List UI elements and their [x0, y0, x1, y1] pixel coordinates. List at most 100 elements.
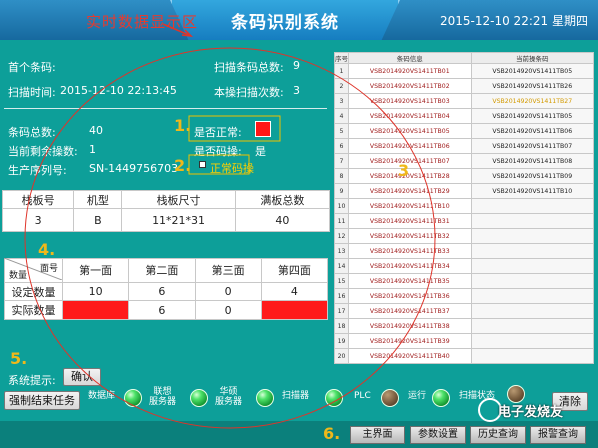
- barcode-header-current: 当前操条码: [470, 52, 594, 64]
- current-barcode: VSB2014920VS1411TB08: [470, 153, 594, 169]
- history-query-button[interactable]: 历史查询: [470, 426, 526, 444]
- face-header-1: 第一面: [61, 258, 130, 283]
- barcode-info: VSB2014920VS1411TB37: [348, 303, 472, 319]
- face-corner-top: 面号: [39, 264, 58, 274]
- current-barcode: VSB2014920VS1411TB07: [470, 138, 594, 154]
- barcode-row: 4 VSB2014920VS1411TB04 VSB2014920VS1411TB0…: [334, 108, 594, 124]
- barcode-index: 12: [334, 228, 349, 244]
- barcode-row: 2 VSB2014920VS1411TB02 VSB2014920VS1411TB2…: [334, 78, 594, 94]
- confirm-button[interactable]: 确认: [63, 368, 101, 386]
- pallet-header-4: 满板总数: [234, 190, 331, 209]
- barcode-row: 20 VSB2014920VS1411TB40: [334, 348, 594, 364]
- barcode-index: 10: [334, 198, 349, 214]
- barcode-row: 18 VSB2014920VS1411TB38: [334, 318, 594, 334]
- marker-3: 3: [398, 161, 410, 180]
- barcode-row: 6 VSB2014920VS1411TB06 VSB2014920VS1411TB0…: [334, 138, 594, 154]
- face-table: 面号 数量 第一面 第二面 第三面 第四面 设定数量 10 6 0 4 实际数量…: [4, 258, 329, 320]
- barcode-info: VSB2014920VS1411TB39: [348, 333, 472, 349]
- barcode-index: 19: [334, 333, 349, 349]
- system-prompt-label: 系统提示:: [8, 374, 56, 387]
- current-barcode: [470, 198, 594, 214]
- current-barcode: VSB2014920VS1411TB05: [470, 108, 594, 124]
- barcode-index: 14: [334, 258, 349, 274]
- barcode-index: 5: [334, 123, 349, 139]
- barcode-row: 5 VSB2014920VS1411TB05 VSB2014920VS1411TB0…: [334, 123, 594, 139]
- hmi-screen: 条码识别系统 2015-12-10 22:21 星期四 实时数据显示区 首个条码…: [0, 0, 598, 448]
- barcode-info: VSB2014920VS1411TB03: [348, 93, 472, 109]
- pallet-value-3: 11*21*31: [121, 208, 236, 232]
- barcode-row: 11 VSB2014920VS1411TB31: [334, 213, 594, 229]
- actual-qty-1: 8: [61, 300, 130, 320]
- serial-value: SN-1449756703: [89, 162, 179, 175]
- marker-2: 2.: [174, 156, 192, 175]
- pallet-header-2: 机型: [73, 190, 123, 209]
- barcode-info: VSB2014920VS1411TB28: [348, 168, 472, 184]
- barcode-table-body: 1 VSB2014920VS1411TB01 VSB2014920VS1411TB0…: [334, 63, 594, 364]
- barcode-index: 9: [334, 183, 349, 199]
- current-barcode: [470, 258, 594, 274]
- run-status-icon: [432, 389, 450, 407]
- pallet-header-3: 栈板尺寸: [121, 190, 236, 209]
- marker-4: 4.: [38, 240, 56, 259]
- first-code-label: 首个条码:: [8, 61, 56, 74]
- alarm-query-button[interactable]: 报警查询: [530, 426, 586, 444]
- barcode-row: 8 VSB2014920VS1411TB28 VSB2014920VS1411TB0…: [334, 168, 594, 184]
- realtime-region-title: 实时数据显示区: [86, 13, 199, 31]
- barcode-header-index: 序号: [334, 52, 349, 64]
- barcode-info: VSB2014920VS1411TB33: [348, 243, 472, 259]
- system-datetime: 2015-12-10 22:21 星期四: [440, 14, 588, 28]
- remaining-value: 1: [89, 143, 96, 156]
- barcode-index: 1: [334, 63, 349, 79]
- scan-time-value: 2015-12-10 22:13:45: [60, 84, 177, 97]
- force-end-button[interactable]: 强制结束任务: [4, 391, 80, 410]
- current-scan-value: 3: [293, 84, 300, 97]
- parameter-settings-button[interactable]: 参数设置: [410, 426, 466, 444]
- barcode-info: VSB2014920VS1411TB06: [348, 138, 472, 154]
- barcode-index: 18: [334, 318, 349, 334]
- barcode-index: 20: [334, 348, 349, 364]
- asus-server-label: 华硕 服务器: [215, 387, 242, 407]
- set-qty-4: 4: [260, 281, 329, 302]
- barcode-info: VSB2014920VS1411TB35: [348, 273, 472, 289]
- face-corner-bottom: 数量: [9, 270, 28, 281]
- barcode-info: VSB2014920VS1411TB34: [348, 258, 472, 274]
- system-title: 条码识别系统: [231, 13, 339, 33]
- current-barcode: [470, 318, 594, 334]
- barcode-info: VSB2014920VS1411TB38: [348, 318, 472, 334]
- actual-qty-label: 实际数量: [4, 300, 63, 320]
- barcode-info: VSB2014920VS1411TB10: [348, 198, 472, 214]
- actual-qty-2: 6: [128, 300, 196, 320]
- marker-5: 5.: [10, 349, 28, 368]
- is-code-label: 是否码操:: [194, 145, 242, 158]
- run-label: 运行: [408, 391, 427, 401]
- main-screen-button[interactable]: 主界面: [350, 426, 405, 444]
- barcode-info: VSB2014920VS1411TB40: [348, 348, 472, 364]
- current-barcode: [470, 228, 594, 244]
- barcode-header-info: 条码信息: [348, 52, 472, 64]
- set-qty-3: 0: [194, 281, 262, 302]
- pallet-value-2: B: [73, 208, 123, 232]
- current-barcode: [470, 213, 594, 229]
- barcode-row: 16 VSB2014920VS1411TB36: [334, 288, 594, 304]
- pallet-value-4: 40: [234, 208, 331, 232]
- barcode-row: 17 VSB2014920VS1411TB37: [334, 303, 594, 319]
- current-barcode: [470, 333, 594, 349]
- plc-label: PLC: [354, 391, 371, 401]
- lenovo-server-status-icon: [190, 389, 208, 407]
- face-table-corner: 面号 数量: [4, 258, 63, 283]
- barcode-info: VSB2014920VS1411TB36: [348, 288, 472, 304]
- pallet-header-1: 栈板号: [1, 190, 75, 209]
- marker-1: 1.: [174, 116, 192, 135]
- is-code-value: 是: [255, 145, 266, 158]
- total-codes-label: 条码总数:: [8, 126, 56, 139]
- checkbox-icon[interactable]: [199, 161, 206, 168]
- barcode-row: 10 VSB2014920VS1411TB10: [334, 198, 594, 214]
- current-barcode: VSB2014920VS1411TB06: [470, 123, 594, 139]
- current-barcode: [470, 348, 594, 364]
- asus-server-status-icon: [256, 389, 274, 407]
- total-scans-label: 扫描条码总数:: [214, 61, 284, 74]
- scanner-status-icon: [325, 389, 343, 407]
- barcode-info: VSB2014920VS1411TB04: [348, 108, 472, 124]
- actual-qty-4: [260, 300, 329, 320]
- actual-qty-3: 0: [194, 300, 262, 320]
